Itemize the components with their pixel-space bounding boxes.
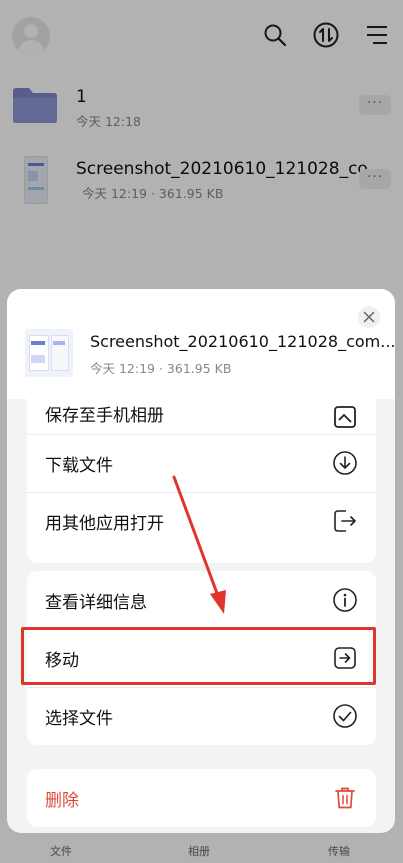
view-details-item[interactable]: 查看详细信息 (27, 571, 376, 629)
trash-icon (335, 787, 355, 809)
open-with-item[interactable]: 用其他应用打开 (27, 492, 376, 550)
download-file-item[interactable]: 下载文件 (27, 434, 376, 492)
action-group-delete: 删除 (27, 769, 376, 827)
open-with-label: 用其他应用打开 (45, 514, 164, 534)
file-thumbnail (25, 329, 73, 377)
info-icon (333, 588, 357, 612)
sheet-file-meta: 今天 12:19 · 361.95 KB (90, 361, 232, 376)
file-action-sheet: 保存至手机相册 下载文件 用其他应用打开 Screenshot_20210610… (7, 289, 395, 833)
close-icon[interactable] (358, 306, 380, 328)
delete-label: 删除 (45, 791, 79, 811)
select-files-label: 选择文件 (45, 709, 113, 729)
highlight-box (21, 627, 376, 685)
open-external-icon (334, 510, 356, 532)
sheet-header: Screenshot_20210610_121028_com.... 今天 12… (7, 289, 395, 399)
download-file-label: 下载文件 (45, 456, 113, 476)
save-image-icon (334, 406, 356, 428)
check-circle-icon (333, 704, 357, 728)
view-details-label: 查看详细信息 (45, 593, 147, 613)
select-files-item[interactable]: 选择文件 (27, 687, 376, 745)
save-to-album-label: 保存至手机相册 (45, 406, 164, 426)
sheet-file-name: Screenshot_20210610_121028_com.... (90, 332, 395, 351)
delete-item[interactable]: 删除 (27, 769, 376, 827)
download-icon (333, 451, 357, 475)
